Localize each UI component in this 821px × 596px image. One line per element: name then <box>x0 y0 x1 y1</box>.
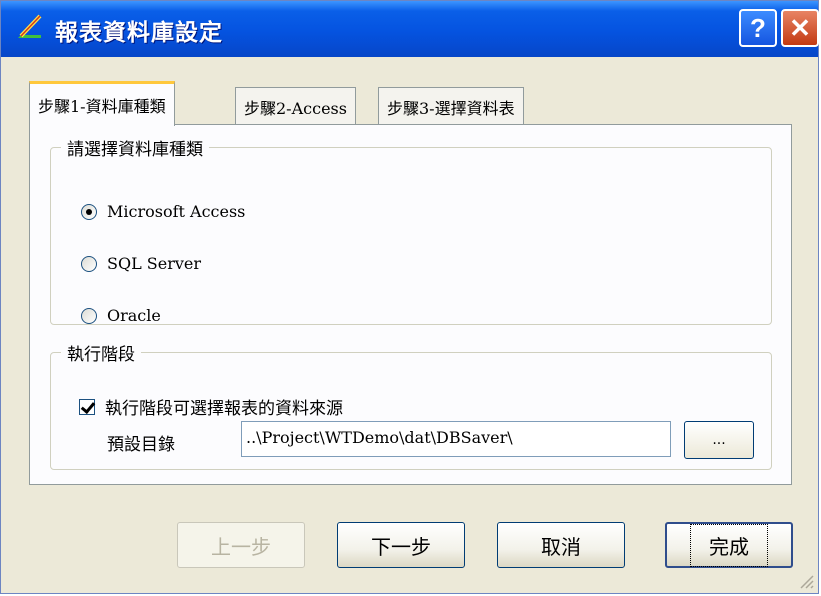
finish-label: 完成 <box>690 523 768 567</box>
cancel-button[interactable]: 取消 <box>497 522 625 568</box>
tab-step3[interactable]: 步驟3-選擇資料表 <box>378 87 524 125</box>
runtime-legend: 執行階段 <box>67 345 135 365</box>
runtime-checkbox-row[interactable]: 執行階段可選擇報表的資料來源 <box>79 394 343 419</box>
radio-label: Oracle <box>107 306 161 325</box>
close-icon: ✕ <box>789 12 811 43</box>
radio-label: SQL Server <box>107 254 202 273</box>
next-button[interactable]: 下一步 <box>337 522 465 568</box>
dialog-window: 報表資料庫設定 ? ✕ 步驟1-資料庫種類 步驟2-Access 步驟3-選擇資… <box>0 0 819 594</box>
close-button[interactable]: ✕ <box>781 9 819 47</box>
db-type-legend: 請選擇資料庫種類 <box>67 140 203 160</box>
runtime-checkbox-label: 執行階段可選擇報表的資料來源 <box>105 399 343 419</box>
prev-button[interactable]: 上一步 <box>177 522 305 568</box>
resize-grip-icon[interactable] <box>796 571 814 589</box>
radio-label: Microsoft Access <box>107 202 246 221</box>
tab-step1[interactable]: 步驟1-資料庫種類 <box>29 81 175 126</box>
runtime-group: 執行階段 執行階段可選擇報表的資料來源 預設目錄 ..\Project\WTDe… <box>50 340 772 470</box>
radio-oracle[interactable]: Oracle <box>81 306 161 325</box>
radio-access[interactable]: Microsoft Access <box>81 202 245 221</box>
runtime-checkbox[interactable] <box>79 398 95 415</box>
title-bar[interactable]: 報表資料庫設定 ? ✕ <box>1 1 819 57</box>
help-button[interactable]: ? <box>739 9 777 47</box>
radio-button[interactable] <box>81 255 97 272</box>
help-icon: ? <box>750 12 766 43</box>
default-dir-label: 預設目錄 <box>107 435 175 455</box>
tab-panel: 請選擇資料庫種類 Microsoft Access SQL Server Ora… <box>29 124 792 485</box>
browse-button[interactable]: ... <box>684 421 754 459</box>
tab-step2[interactable]: 步驟2-Access <box>235 87 356 125</box>
finish-button[interactable]: 完成 <box>665 522 793 568</box>
radio-sql-server[interactable]: SQL Server <box>81 254 201 273</box>
radio-button[interactable] <box>81 203 97 220</box>
window-title: 報表資料庫設定 <box>55 20 223 46</box>
radio-button[interactable] <box>81 307 97 324</box>
db-type-group: 請選擇資料庫種類 Microsoft Access SQL Server Ora… <box>50 135 772 325</box>
report-pen-icon <box>18 14 42 38</box>
default-dir-input[interactable]: ..\Project\WTDemo\dat\DBSaver\ <box>241 421 671 457</box>
